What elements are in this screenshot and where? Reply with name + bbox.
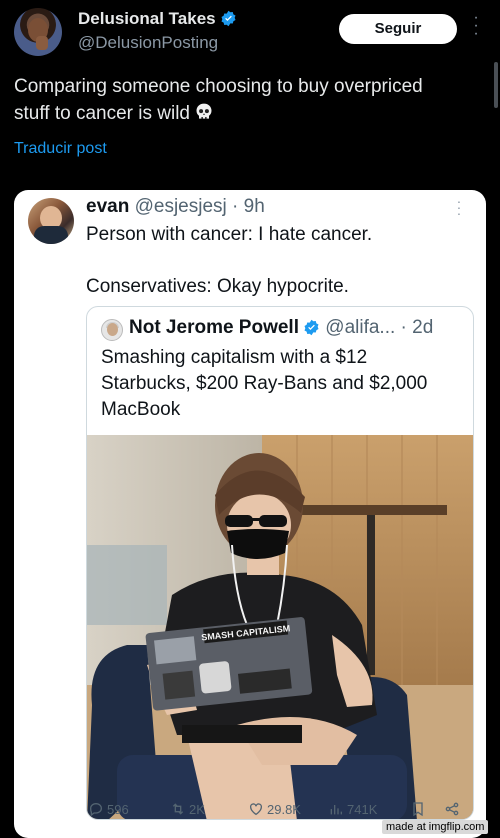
views-action[interactable]: 741K (328, 801, 377, 817)
nested-author-line: Not Jerome Powell @alifa... · 2d (129, 317, 433, 339)
heart-icon (250, 803, 262, 816)
author-name[interactable]: Delusional Takes (78, 9, 237, 29)
nested-post-text: Smashing capitalism with a $12 Starbucks… (101, 347, 428, 420)
post-text-content: Comparing someone choosing to buy overpr… (14, 76, 423, 124)
quoted-post-text: Person with cancer: I hate cancer. Conse… (86, 224, 373, 297)
quoted-author-handle[interactable]: @esjesjesj (135, 196, 227, 217)
share-action[interactable] (444, 801, 463, 817)
post-photo[interactable]: SMASH CAPITALISM (87, 435, 473, 819)
nested-quoted-post[interactable]: Not Jerome Powell @alifa... · 2d Smashin… (86, 306, 474, 820)
reply-action[interactable]: 596 (88, 801, 129, 817)
views-count: 741K (347, 802, 378, 817)
nested-post-time: · 2d (400, 317, 434, 338)
quoted-author-avatar[interactable] (28, 198, 74, 244)
more-options-icon[interactable]: · · · (470, 10, 482, 42)
nested-verified-badge-icon (304, 319, 319, 336)
views-chart-icon (330, 805, 342, 815)
skull-emoji-icon (196, 103, 212, 119)
like-count: 29.8K (267, 802, 301, 817)
quoted-post-time: · 9h (232, 196, 265, 217)
verified-badge-icon (221, 10, 236, 27)
author-name-text[interactable]: Delusional Takes (78, 9, 216, 28)
quoted-author-line: evan @esjesjesj · 9h (86, 196, 265, 218)
repost-icon (172, 803, 184, 815)
reply-count: 596 (107, 802, 129, 817)
scrollbar[interactable] (494, 62, 498, 108)
photo-illustration: SMASH CAPITALISM (87, 435, 473, 819)
quoted-more-options-icon[interactable]: · · · (454, 194, 464, 220)
repost-count: 2K (189, 802, 205, 817)
quoted-author-name[interactable]: evan (86, 196, 129, 217)
follow-button[interactable]: Seguir (339, 14, 457, 44)
nested-author-handle[interactable]: @alifa... (325, 317, 395, 338)
bookmark-icon (413, 802, 423, 817)
like-action[interactable]: 29.8K (248, 801, 301, 817)
bookmark-action[interactable] (410, 801, 429, 817)
author-avatar[interactable] (14, 8, 62, 56)
nested-author-avatar[interactable] (101, 319, 123, 341)
quoted-post-card[interactable]: evan @esjesjesj · 9h · · · Person with can… (14, 190, 486, 838)
reply-icon (89, 802, 103, 817)
post-text: Comparing someone choosing to buy overpr… (14, 73, 434, 127)
author-handle[interactable]: @DelusionPosting (78, 33, 218, 53)
repost-action[interactable]: 2K (170, 801, 205, 817)
share-icon (445, 802, 459, 816)
imgflip-watermark: made at imgflip.com (382, 820, 489, 834)
nested-author-name[interactable]: Not Jerome Powell (129, 317, 299, 338)
translate-post-link[interactable]: Traducir post (14, 140, 107, 158)
